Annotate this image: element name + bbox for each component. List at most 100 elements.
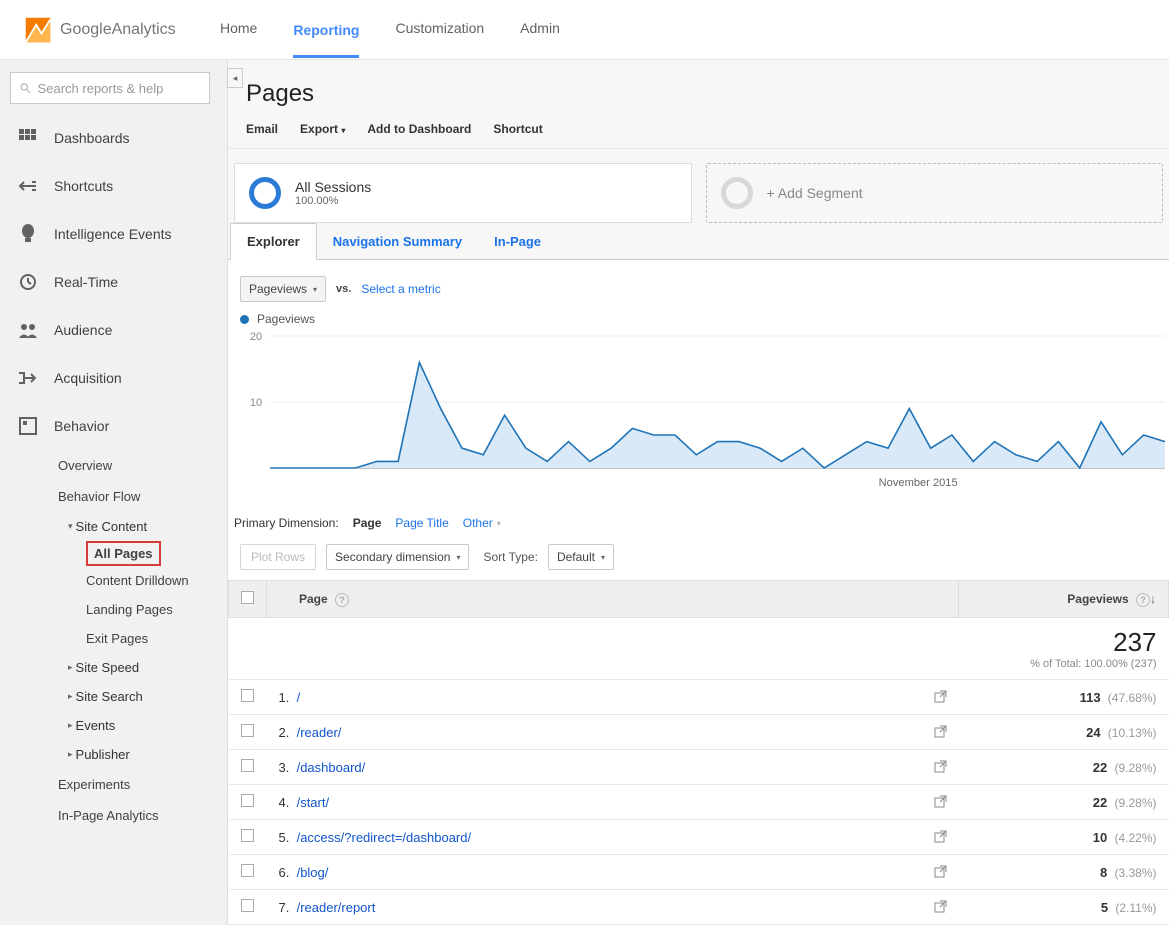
th-checkbox[interactable]: [229, 581, 267, 618]
shortcuts-icon: [18, 175, 38, 197]
page-path-link[interactable]: /reader/report: [297, 900, 376, 915]
row-checkbox[interactable]: [241, 724, 254, 737]
th-pageviews[interactable]: Pageviews ? ↓: [959, 581, 1169, 618]
row-checkbox[interactable]: [241, 759, 254, 772]
sidebar-item-label: Acquisition: [54, 370, 122, 386]
page-path-link[interactable]: /reader/: [297, 725, 342, 740]
behavior-site-content[interactable]: ▾Site Content: [68, 512, 217, 541]
sidebar-item-intelligence[interactable]: Intelligence Events: [10, 210, 217, 258]
page-path-link[interactable]: /dashboard/: [297, 760, 366, 775]
nav-reporting[interactable]: Reporting: [293, 15, 359, 58]
open-external-icon[interactable]: [934, 760, 947, 773]
dimension-page-title[interactable]: Page Title: [395, 516, 448, 530]
sc-all-pages[interactable]: All Pages: [86, 541, 161, 566]
row-pct: (47.68%): [1108, 691, 1157, 705]
row-checkbox[interactable]: [241, 864, 254, 877]
row-pageviews: 10: [1093, 830, 1107, 845]
nav-admin[interactable]: Admin: [520, 20, 560, 40]
total-pageviews: 237: [971, 627, 1157, 658]
behavior-site-speed[interactable]: ▸Site Speed: [68, 653, 217, 682]
tab-nav-summary[interactable]: Navigation Summary: [317, 224, 478, 259]
row-rank: 3.: [279, 760, 290, 775]
sidebar-item-dashboards[interactable]: Dashboards: [10, 114, 217, 162]
behavior-experiments[interactable]: Experiments: [58, 769, 217, 800]
sidebar-item-realtime[interactable]: Real-Time: [10, 258, 217, 306]
row-checkbox[interactable]: [241, 899, 254, 912]
ga-logo-icon: [24, 16, 52, 44]
row-checkbox[interactable]: [241, 794, 254, 807]
page-path-link[interactable]: /blog/: [297, 865, 329, 880]
open-external-icon[interactable]: [934, 830, 947, 843]
help-icon[interactable]: ?: [335, 593, 349, 607]
segment-add[interactable]: + Add Segment: [706, 163, 1164, 223]
page-path-link[interactable]: /start/: [297, 795, 330, 810]
table-row[interactable]: 2. /reader/24 (10.13%): [229, 715, 1169, 750]
sc-landing[interactable]: Landing Pages: [86, 595, 217, 624]
behavior-site-search[interactable]: ▸Site Search: [68, 682, 217, 711]
behavior-overview[interactable]: Overview: [58, 450, 217, 481]
open-external-icon[interactable]: [934, 795, 947, 808]
behavior-publisher[interactable]: ▸Publisher: [68, 740, 217, 769]
row-checkbox[interactable]: [241, 829, 254, 842]
primary-dimension-label: Primary Dimension:: [234, 516, 339, 530]
table-row[interactable]: 3. /dashboard/22 (9.28%): [229, 750, 1169, 785]
row-checkbox[interactable]: [241, 689, 254, 702]
plot-rows-button[interactable]: Plot Rows: [240, 544, 316, 570]
behavior-flow[interactable]: Behavior Flow: [58, 481, 217, 512]
sidebar-item-label: Audience: [54, 322, 112, 338]
table-row[interactable]: 6. /blog/8 (3.38%): [229, 855, 1169, 890]
behavior-inpage[interactable]: In-Page Analytics: [58, 800, 217, 831]
search-box[interactable]: [10, 72, 210, 104]
behavior-events[interactable]: ▸Events: [68, 711, 217, 740]
legend-dot-icon: [240, 315, 249, 324]
tab-explorer[interactable]: Explorer: [230, 223, 317, 260]
open-external-icon[interactable]: [934, 690, 947, 703]
page-path-link[interactable]: /access/?redirect=/dashboard/: [297, 830, 472, 845]
metric-selector[interactable]: Pageviews▾: [240, 276, 326, 302]
clock-icon: [18, 271, 38, 293]
action-add-dashboard[interactable]: Add to Dashboard: [367, 122, 471, 136]
table-row[interactable]: 1. /113 (47.68%): [229, 680, 1169, 715]
segment-all-sessions[interactable]: All Sessions 100.00%: [234, 163, 692, 223]
table-row[interactable]: 5. /access/?redirect=/dashboard/10 (4.22…: [229, 820, 1169, 855]
sort-desc-icon: ↓: [1150, 592, 1156, 606]
open-external-icon[interactable]: [934, 865, 947, 878]
sort-type-select[interactable]: Default▾: [548, 544, 614, 570]
sidebar-item-label: Real-Time: [54, 274, 118, 290]
action-shortcut[interactable]: Shortcut: [493, 122, 542, 136]
pages-table: Page ? Pageviews ? ↓ 237 % of: [228, 580, 1169, 925]
row-rank: 4.: [279, 795, 290, 810]
row-pageviews: 22: [1093, 760, 1107, 775]
row-rank: 1.: [279, 690, 290, 705]
row-pct: (3.38%): [1114, 866, 1156, 880]
table-row[interactable]: 7. /reader/report5 (2.11%): [229, 890, 1169, 925]
open-external-icon[interactable]: [934, 900, 947, 913]
nav-customization[interactable]: Customization: [395, 20, 484, 40]
table-row[interactable]: 4. /start/22 (9.28%): [229, 785, 1169, 820]
sidebar-item-acquisition[interactable]: Acquisition: [10, 354, 217, 402]
select-metric-link[interactable]: Select a metric: [361, 282, 440, 296]
sc-drilldown[interactable]: Content Drilldown: [86, 566, 217, 595]
action-email[interactable]: Email: [246, 122, 278, 136]
tab-in-page[interactable]: In-Page: [478, 224, 557, 259]
sidebar-item-shortcuts[interactable]: Shortcuts: [10, 162, 217, 210]
behavior-icon: [18, 415, 38, 437]
sc-exit[interactable]: Exit Pages: [86, 624, 217, 653]
dimension-page[interactable]: Page: [353, 516, 382, 530]
collapse-sidebar-button[interactable]: ◂: [227, 68, 243, 88]
page-path-link[interactable]: /: [297, 690, 301, 705]
svg-text:20: 20: [250, 331, 262, 343]
secondary-dimension[interactable]: Secondary dimension▾: [326, 544, 469, 570]
help-icon[interactable]: ?: [1136, 593, 1150, 607]
logo[interactable]: Google Analytics: [0, 16, 220, 44]
dimension-other[interactable]: Other▾: [463, 516, 501, 530]
open-external-icon[interactable]: [934, 725, 947, 738]
nav-home[interactable]: Home: [220, 20, 257, 40]
th-page[interactable]: Page ?: [267, 581, 959, 618]
sidebar-item-audience[interactable]: Audience: [10, 306, 217, 354]
row-pct: (9.28%): [1114, 761, 1156, 775]
action-export[interactable]: Export ▾: [300, 122, 345, 136]
search-input[interactable]: [38, 81, 201, 96]
row-pageviews: 24: [1086, 725, 1100, 740]
sidebar-item-behavior[interactable]: Behavior: [0, 402, 217, 450]
